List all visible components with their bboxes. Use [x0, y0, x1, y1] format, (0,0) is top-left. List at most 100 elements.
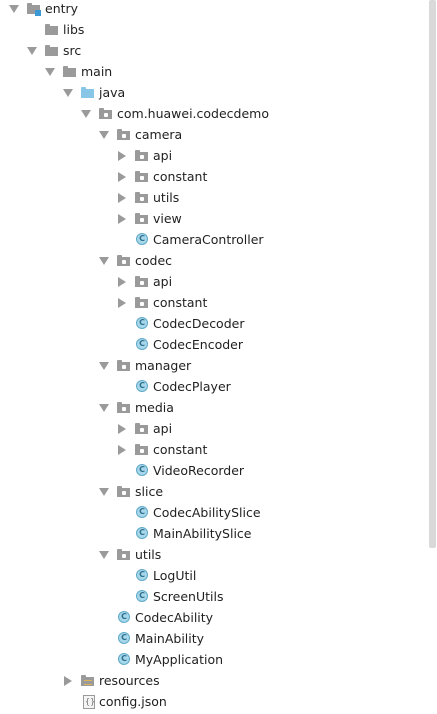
package-icon — [116, 127, 132, 142]
collapse-arrow-icon[interactable] — [116, 271, 128, 292]
collapse-arrow-icon[interactable] — [116, 145, 128, 166]
tree-label: ScreenUtils — [153, 589, 224, 604]
tree-label: java — [99, 85, 126, 100]
tree-label: view — [153, 211, 182, 226]
expand-arrow-icon[interactable] — [80, 103, 92, 124]
package-icon — [116, 253, 132, 268]
tree-row-camera[interactable]: camera — [0, 124, 428, 145]
expand-arrow-icon[interactable] — [98, 481, 110, 502]
tree-label: api — [153, 148, 173, 163]
tree-label: utils — [153, 190, 180, 205]
tree-label: entry — [45, 1, 79, 16]
project-tree: entry libs src main java com.huawei.code… — [0, 0, 428, 712]
expand-arrow-icon[interactable] — [98, 355, 110, 376]
tree-row-screen-utils[interactable]: ScreenUtils — [0, 586, 428, 607]
tree-label: constant — [153, 295, 208, 310]
expand-arrow-icon[interactable] — [98, 124, 110, 145]
package-icon — [134, 190, 150, 205]
tree-row-camera-controller[interactable]: CameraController — [0, 229, 428, 250]
tree-row-entry[interactable]: entry — [0, 0, 428, 19]
tree-row-libs[interactable]: libs — [0, 19, 428, 40]
vertical-scrollbar[interactable] — [428, 0, 437, 714]
package-icon — [98, 106, 114, 121]
class-icon — [136, 233, 148, 245]
tree-row-main[interactable]: main — [0, 61, 428, 82]
tree-row-codec-constant[interactable]: constant — [0, 292, 428, 313]
tree-label: utils — [135, 547, 162, 562]
source-folder-icon — [80, 85, 96, 100]
tree-row-resources[interactable]: resources — [0, 670, 428, 691]
package-icon — [134, 148, 150, 163]
package-icon — [134, 274, 150, 289]
class-icon — [136, 380, 148, 392]
expand-arrow-icon[interactable] — [44, 61, 56, 82]
tree-row-package[interactable]: com.huawei.codecdemo — [0, 103, 428, 124]
tree-label: CodecEncoder — [153, 337, 243, 352]
tree-label: VideoRecorder — [153, 463, 245, 478]
scrollbar-thumb[interactable] — [429, 0, 436, 548]
expand-arrow-icon[interactable] — [8, 0, 20, 19]
collapse-arrow-icon[interactable] — [116, 187, 128, 208]
collapse-arrow-icon[interactable] — [116, 166, 128, 187]
collapse-arrow-icon[interactable] — [116, 439, 128, 460]
tree-row-utils[interactable]: utils — [0, 544, 428, 565]
tree-row-media[interactable]: media — [0, 397, 428, 418]
expand-arrow-icon[interactable] — [98, 544, 110, 565]
class-icon — [136, 527, 148, 539]
tree-row-codec-encoder[interactable]: CodecEncoder — [0, 334, 428, 355]
tree-row-camera-utils[interactable]: utils — [0, 187, 428, 208]
class-icon — [118, 632, 130, 644]
tree-label: libs — [63, 22, 85, 37]
tree-row-main-ability-slice[interactable]: MainAbilitySlice — [0, 523, 428, 544]
expand-arrow-icon[interactable] — [98, 397, 110, 418]
tree-label: config.json — [99, 694, 167, 709]
class-icon — [136, 506, 148, 518]
tree-row-main-ability[interactable]: MainAbility — [0, 628, 428, 649]
collapse-arrow-icon[interactable] — [116, 418, 128, 439]
package-icon — [134, 421, 150, 436]
tree-label: MainAbilitySlice — [153, 526, 252, 541]
tree-label: main — [81, 64, 113, 79]
tree-row-log-util[interactable]: LogUtil — [0, 565, 428, 586]
tree-row-java[interactable]: java — [0, 82, 428, 103]
tree-label: constant — [153, 169, 208, 184]
tree-label: LogUtil — [153, 568, 197, 583]
collapse-arrow-icon[interactable] — [116, 208, 128, 229]
expand-arrow-icon[interactable] — [98, 250, 110, 271]
tree-row-camera-view[interactable]: view — [0, 208, 428, 229]
tree-row-codec-api[interactable]: api — [0, 271, 428, 292]
package-icon — [134, 169, 150, 184]
tree-row-media-constant[interactable]: constant — [0, 439, 428, 460]
tree-row-codec-ability[interactable]: CodecAbility — [0, 607, 428, 628]
tree-row-camera-constant[interactable]: constant — [0, 166, 428, 187]
tree-row-video-recorder[interactable]: VideoRecorder — [0, 460, 428, 481]
json-file-icon — [83, 695, 95, 709]
tree-row-slice[interactable]: slice — [0, 481, 428, 502]
resources-folder-icon — [80, 673, 96, 688]
tree-label: api — [153, 274, 173, 289]
tree-row-codec[interactable]: codec — [0, 250, 428, 271]
class-icon — [136, 317, 148, 329]
tree-label: CodecPlayer — [153, 379, 231, 394]
tree-row-my-application[interactable]: MyApplication — [0, 649, 428, 670]
tree-row-src[interactable]: src — [0, 40, 428, 61]
tree-label: media — [135, 400, 174, 415]
tree-label: resources — [99, 673, 160, 688]
tree-row-camera-api[interactable]: api — [0, 145, 428, 166]
tree-label: api — [153, 421, 173, 436]
tree-row-codec-ability-slice[interactable]: CodecAbilitySlice — [0, 502, 428, 523]
expand-arrow-icon[interactable] — [26, 40, 38, 61]
module-folder-icon — [26, 1, 42, 16]
folder-icon — [44, 22, 60, 37]
tree-row-manager[interactable]: manager — [0, 355, 428, 376]
tree-row-codec-player[interactable]: CodecPlayer — [0, 376, 428, 397]
collapse-arrow-icon[interactable] — [116, 292, 128, 313]
tree-label: CodecDecoder — [153, 316, 245, 331]
tree-row-media-api[interactable]: api — [0, 418, 428, 439]
tree-row-config-json[interactable]: config.json — [0, 691, 428, 712]
expand-arrow-icon[interactable] — [62, 82, 74, 103]
tree-label: MainAbility — [135, 631, 205, 646]
collapse-arrow-icon[interactable] — [62, 670, 74, 691]
class-icon — [136, 590, 148, 602]
tree-row-codec-decoder[interactable]: CodecDecoder — [0, 313, 428, 334]
